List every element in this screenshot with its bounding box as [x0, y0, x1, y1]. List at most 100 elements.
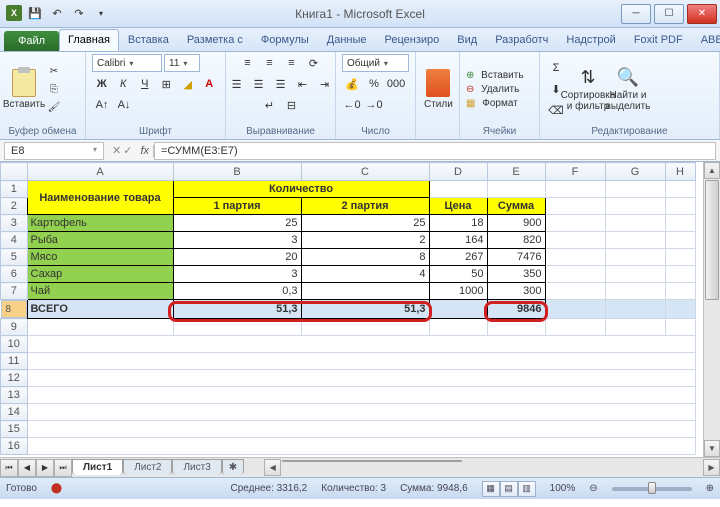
new-sheet-button[interactable]: ✱ [222, 459, 244, 475]
row-header[interactable]: 1 [1, 181, 28, 198]
scroll-left-icon[interactable]: ◀ [264, 459, 281, 476]
cell[interactable]: Сумма [487, 198, 545, 215]
qat-dropdown-icon[interactable]: ▾ [92, 5, 110, 23]
tab-developer[interactable]: Разработч [486, 29, 557, 51]
select-all-corner[interactable] [1, 163, 28, 181]
italic-button[interactable]: К [114, 75, 134, 93]
sheet-tab[interactable]: Лист3 [172, 459, 221, 475]
zoom-thumb[interactable] [648, 482, 656, 494]
cut-icon[interactable]: ✂ [46, 63, 62, 79]
align-center-icon[interactable]: ☰ [249, 75, 269, 93]
increase-font-icon[interactable]: A↑ [92, 96, 112, 114]
col-header[interactable]: F [545, 163, 605, 181]
percent-icon[interactable]: % [364, 75, 384, 93]
indent-decrease-icon[interactable]: ⇤ [293, 75, 313, 93]
maximize-button[interactable]: ☐ [654, 4, 684, 24]
number-format-select[interactable]: Общий▾ [342, 54, 409, 72]
tab-formulas[interactable]: Формулы [252, 29, 318, 51]
merge-icon[interactable]: ⊟ [282, 96, 302, 114]
macro-record-icon[interactable]: ⬤ [51, 483, 62, 494]
decrease-font-icon[interactable]: A↓ [114, 96, 134, 114]
align-bottom-icon[interactable]: ≡ [282, 54, 302, 72]
tab-layout[interactable]: Разметка с [178, 29, 252, 51]
col-header[interactable]: B [173, 163, 301, 181]
copy-icon[interactable]: ⎘ [46, 81, 62, 97]
col-header[interactable]: G [605, 163, 665, 181]
cell[interactable]: Наименование товара [27, 181, 173, 215]
scroll-thumb[interactable] [282, 460, 462, 462]
sheet-tab[interactable]: Лист2 [123, 459, 172, 475]
scroll-thumb[interactable] [705, 180, 719, 300]
cell[interactable]: 2 партия [301, 198, 429, 215]
comma-icon[interactable]: 000 [386, 75, 406, 93]
cell[interactable]: 1 партия [173, 198, 301, 215]
zoom-slider[interactable] [612, 487, 692, 491]
align-left-icon[interactable]: ☰ [227, 75, 247, 93]
increase-decimal-icon[interactable]: ←0 [342, 96, 362, 114]
insert-cells-button[interactable]: ⊕ Вставить [466, 70, 524, 81]
autosum-icon[interactable]: Σ [546, 59, 566, 77]
view-layout-icon[interactable]: ▤ [500, 481, 518, 497]
font-size-select[interactable]: 11▾ [164, 54, 200, 72]
col-header[interactable]: H [665, 163, 695, 181]
sort-filter-button[interactable]: ⇅ Сортировка и фильтр [570, 65, 606, 114]
underline-button[interactable]: Ч [135, 75, 155, 93]
currency-icon[interactable]: 💰 [342, 75, 362, 93]
cancel-formula-icon[interactable]: ✕ [112, 144, 121, 157]
indent-increase-icon[interactable]: ⇥ [315, 75, 335, 93]
formula-input[interactable]: =СУММ(E3:E7) [154, 142, 716, 160]
col-header[interactable]: E [487, 163, 545, 181]
vertical-scrollbar[interactable]: ▲ ▼ [703, 162, 720, 457]
paste-button[interactable]: Вставить [6, 67, 42, 112]
tab-data[interactable]: Данные [318, 29, 376, 51]
scroll-up-icon[interactable]: ▲ [704, 162, 720, 179]
tab-view[interactable]: Вид [448, 29, 486, 51]
sheet-nav-first-icon[interactable]: ⏮ [0, 459, 18, 477]
minimize-button[interactable]: ─ [621, 4, 651, 24]
file-tab[interactable]: Файл [4, 31, 59, 51]
sheet-nav-prev-icon[interactable]: ◀ [18, 459, 36, 477]
tab-insert[interactable]: Вставка [119, 29, 178, 51]
tab-addins[interactable]: Надстрой [557, 29, 624, 51]
col-header[interactable]: D [429, 163, 487, 181]
sheet-nav-next-icon[interactable]: ▶ [36, 459, 54, 477]
zoom-level[interactable]: 100% [550, 483, 576, 494]
qat-save-icon[interactable]: 💾 [26, 5, 44, 23]
zoom-in-button[interactable]: ⊕ [706, 483, 714, 494]
view-pagebreak-icon[interactable]: ▥ [518, 481, 536, 497]
enter-formula-icon[interactable]: ✓ [123, 144, 132, 157]
name-box[interactable]: E8▾ [4, 142, 104, 160]
decrease-decimal-icon[interactable]: →0 [364, 96, 384, 114]
orientation-icon[interactable]: ⟳ [304, 54, 324, 72]
font-name-select[interactable]: Calibri▾ [92, 54, 162, 72]
horizontal-scrollbar[interactable]: ◀ ▶ [264, 459, 720, 476]
tab-review[interactable]: Рецензиро [376, 29, 449, 51]
fill-color-button[interactable]: ◢ [178, 75, 198, 93]
scroll-down-icon[interactable]: ▼ [704, 440, 720, 457]
fx-icon[interactable]: fx [136, 145, 154, 157]
format-painter-icon[interactable]: 🖌 [46, 99, 62, 115]
tab-foxit[interactable]: Foxit PDF [625, 29, 692, 51]
cell[interactable]: Количество [173, 181, 429, 198]
align-top-icon[interactable]: ≡ [238, 54, 258, 72]
border-button[interactable]: ⊞ [157, 75, 177, 93]
zoom-out-button[interactable]: ⊖ [589, 483, 597, 494]
tab-home[interactable]: Главная [59, 29, 119, 51]
align-middle-icon[interactable]: ≡ [260, 54, 280, 72]
row-header[interactable]: 2 [1, 198, 28, 215]
bold-button[interactable]: Ж [92, 75, 112, 93]
scroll-right-icon[interactable]: ▶ [703, 459, 720, 476]
styles-button[interactable]: Стили [422, 67, 455, 112]
view-normal-icon[interactable]: ▦ [482, 481, 500, 497]
format-cells-button[interactable]: ▦ Формат [466, 98, 524, 109]
qat-redo-icon[interactable]: ↷ [70, 5, 88, 23]
wrap-text-icon[interactable]: ↵ [260, 96, 280, 114]
col-header[interactable]: C [301, 163, 429, 181]
font-color-button[interactable]: A [200, 75, 220, 93]
sheet-tab[interactable]: Лист1 [72, 459, 123, 475]
active-cell[interactable]: 9846 [487, 300, 545, 319]
tab-abbyy[interactable]: ABBYY PDF [692, 29, 720, 51]
delete-cells-button[interactable]: ⊖ Удалить [466, 84, 524, 95]
col-header[interactable]: A [27, 163, 173, 181]
qat-undo-icon[interactable]: ↶ [48, 5, 66, 23]
